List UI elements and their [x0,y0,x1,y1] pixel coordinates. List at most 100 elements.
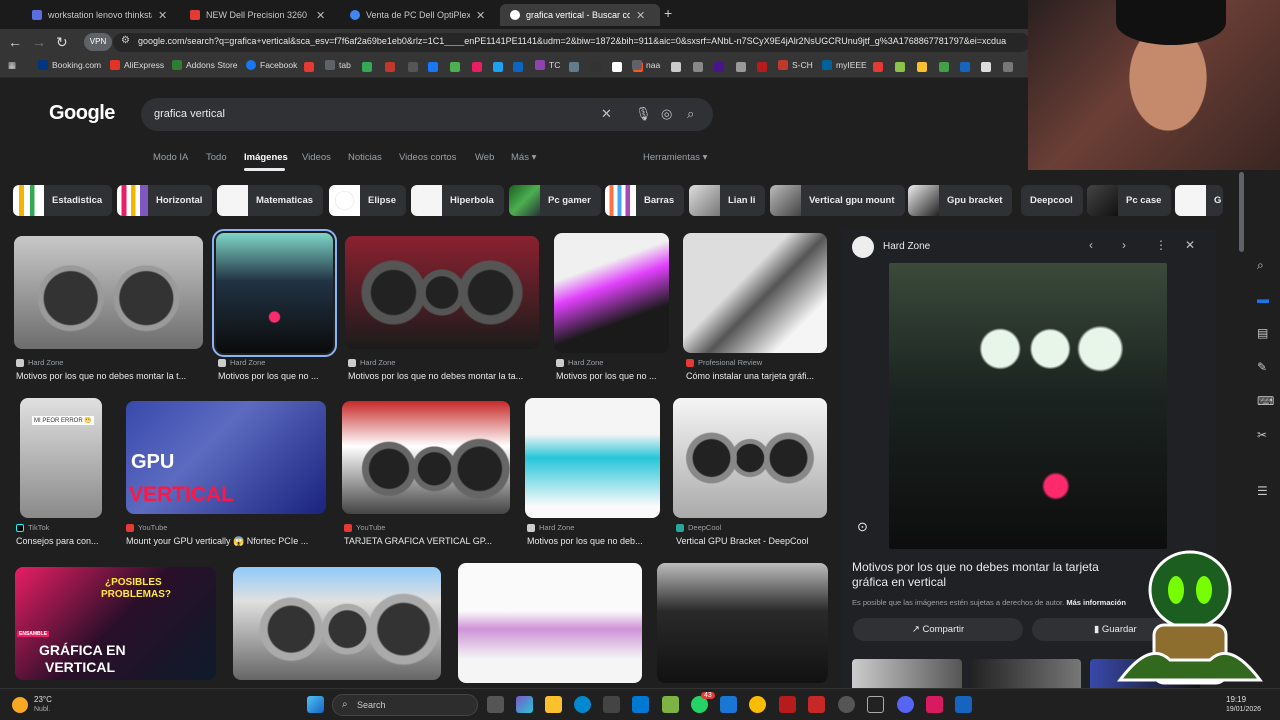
bookmark-booking[interactable]: Booking.com [38,60,101,70]
browser-tab[interactable]: workstation lenovo thinkstation ✕ [22,4,182,26]
new-tab-button[interactable]: + [664,5,672,21]
gamepad-icon[interactable]: ⌨ [1257,394,1274,408]
tab-noticias[interactable]: Noticias [348,152,382,163]
weather-temp[interactable]: 23°C [34,695,52,704]
taskbar-search[interactable]: ⌕ Search [332,694,478,716]
lens-icon[interactable]: ◎ [661,106,672,122]
result-caption[interactable]: Consejos para con... [16,536,106,546]
app-icon[interactable] [955,696,972,713]
result-caption[interactable]: Motivos por los que no debes montar la t… [16,371,201,381]
chip-pc-gamer[interactable]: Pc gamer [509,185,601,216]
related-image[interactable] [852,659,962,689]
bookmark-icon[interactable] [428,62,438,72]
tab-todo[interactable]: Todo [206,152,227,163]
result-image[interactable] [554,233,669,353]
copilot-icon[interactable] [516,696,533,713]
close-icon[interactable]: ✕ [158,9,167,22]
next-icon[interactable]: › [1122,238,1126,252]
google-logo[interactable]: Google [49,102,115,125]
apps-icon[interactable]: ▦ [8,60,16,71]
bookmark-icon[interactable] [612,62,622,72]
discord-icon[interactable] [897,696,914,713]
clock-time[interactable]: 19:19 [1226,695,1246,704]
chip-barras[interactable]: Barras [605,185,685,216]
chip-lian-li[interactable]: Lian li [689,185,766,216]
result-image[interactable] [458,563,642,683]
tools-icon[interactable]: ✂ [1257,428,1267,442]
chip-hiperbola[interactable]: Hiperbola [411,185,504,216]
back-icon[interactable]: ← [8,34,22,50]
bookmark-naa[interactable]: naa [632,60,660,70]
related-image[interactable] [971,659,1081,689]
bookmark-addons[interactable]: Addons Store [172,60,238,70]
chip-gpu-bracket[interactable]: Gpu bracket [908,185,1013,216]
microphone-icon[interactable]: 🎙 [635,106,652,122]
result-caption[interactable]: Motivos por los que no ... [218,371,333,381]
tab-videos[interactable]: Videos [302,152,331,163]
app-icon[interactable] [808,696,825,713]
tab-web[interactable]: Web [475,152,494,163]
outlook-icon[interactable] [632,696,649,713]
result-image[interactable]: GPU VERTICAL [126,401,326,514]
search-input[interactable]: grafica vertical [154,108,225,120]
vpn-button[interactable]: VPN [84,33,112,51]
result-image[interactable] [233,567,441,680]
scrollbar-thumb[interactable] [1239,172,1244,252]
chip-pc-case[interactable]: Pc case [1087,185,1172,216]
result-image[interactable] [14,236,203,349]
bookmark-icon[interactable] [671,62,681,72]
result-image-selected[interactable] [212,229,337,357]
close-icon[interactable]: ✕ [476,9,485,22]
site-info-icon[interactable]: ⚙ [121,35,130,46]
chip-horizontal[interactable]: Horizontal [117,185,213,216]
chip-deepcool[interactable]: Deepcool [1021,185,1083,216]
chip-vertical-gpu-mount[interactable]: Vertical gpu mount [770,185,905,216]
bookmark-icon[interactable] [981,62,991,72]
more-options-icon[interactable]: ⋮ [1155,238,1167,252]
bookmark-icon[interactable] [569,62,579,72]
windows-start-icon[interactable] [307,696,324,713]
result-caption[interactable]: Cómo instalar una tarjeta gráfi... [686,371,827,381]
bookmark-icon[interactable] [513,62,523,72]
store-icon[interactable] [603,696,620,713]
bookmark-icon[interactable] [472,62,482,72]
bookmark-icon[interactable] [693,62,703,72]
result-caption[interactable]: Motivos por los que no debes montar la t… [348,371,539,381]
result-image[interactable] [345,236,539,349]
reading-list-icon[interactable]: ▤ [1257,326,1268,340]
close-icon[interactable]: ✕ [316,9,325,22]
preview-source[interactable]: Hard Zone [883,241,930,252]
share-button[interactable]: ↗ Compartir [853,618,1023,641]
search-box[interactable]: grafica vertical ✕ 🎙 ◎ ⌕ [141,98,713,131]
result-caption[interactable]: TARJETA GRAFICA VERTICAL GP... [344,536,510,546]
bookmark-aliexpress[interactable]: AliExpress [110,60,164,70]
app-icon[interactable] [662,696,679,713]
bookmark-sch[interactable]: S-CH [778,60,813,70]
result-image[interactable] [657,563,828,683]
search-icon[interactable]: ⌕ [1257,258,1264,273]
result-image[interactable] [525,398,660,518]
bookmark-icon[interactable] [493,62,503,72]
bookmark-icon[interactable] [714,62,724,72]
bookmark-icon[interactable] [450,62,460,72]
close-icon[interactable]: ✕ [636,9,645,22]
close-icon[interactable]: ✕ [1185,238,1195,252]
bookmark-icon[interactable] [939,62,949,72]
lens-search-icon[interactable]: ⊙ [857,519,868,535]
edge-icon[interactable] [574,696,591,713]
tab-mas[interactable]: Más ▾ [511,152,536,163]
forward-icon[interactable]: → [32,34,46,50]
result-image[interactable] [673,398,827,518]
result-image[interactable]: MI PEOR ERROR 😬 [20,398,102,518]
result-image[interactable] [683,233,827,353]
browser-tab[interactable]: Venta de PC Dell OptiPlex 7020 ✕ [340,4,500,26]
settings-sliders-icon[interactable]: ☰ [1257,484,1268,498]
edit-icon[interactable]: ✎ [1257,360,1267,374]
tab-imagenes[interactable]: Imágenes [244,152,288,163]
browser-tab-active[interactable]: grafica vertical - Buscar con Go ✕ [500,4,660,26]
result-image[interactable] [342,401,510,514]
clock-date[interactable]: 19/01/2026 [1226,706,1261,713]
browser-tab[interactable]: NEW Dell Precision 3260 Comp ✕ [180,4,340,26]
bookmark-icon[interactable] [408,62,418,72]
preview-image[interactable] [889,263,1167,549]
